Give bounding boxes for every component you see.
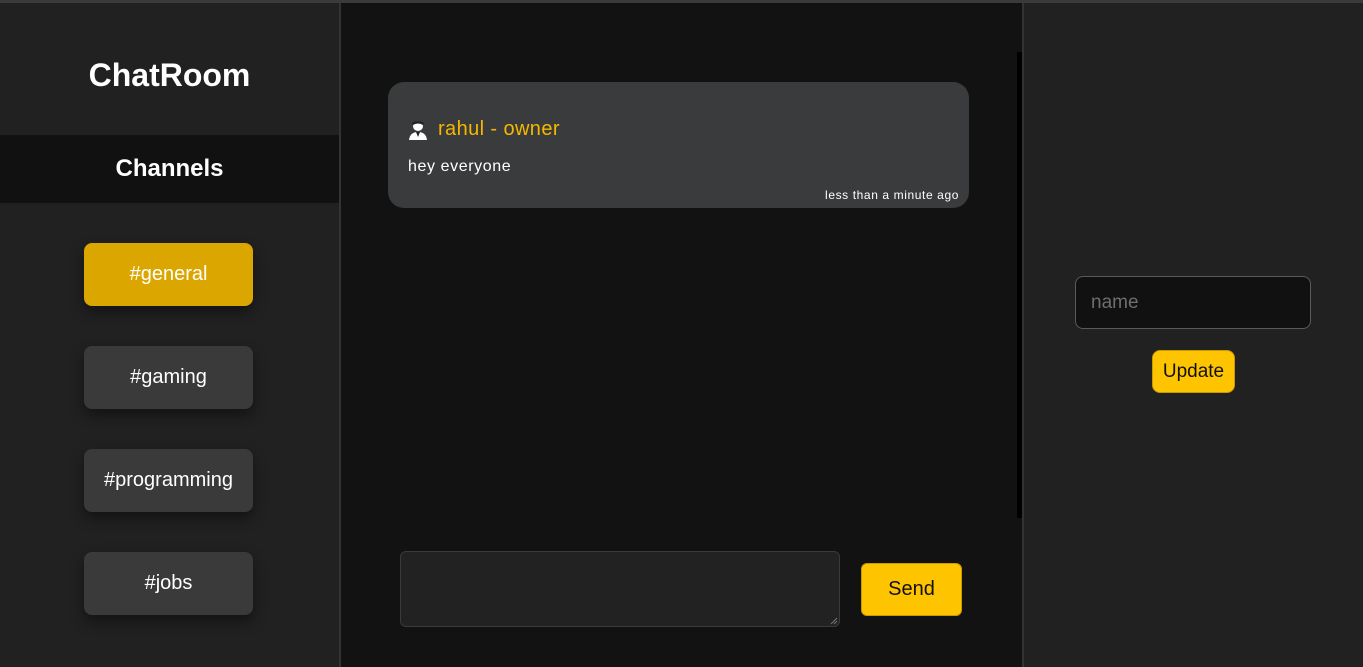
chat-main: rahul - owner hey everyone less than a m… [341, 3, 1024, 667]
message-bubble: rahul - owner hey everyone less than a m… [388, 82, 969, 208]
channel-general-button[interactable]: #general [84, 243, 253, 306]
message-timestamp: less than a minute ago [825, 188, 959, 202]
message-input[interactable] [400, 551, 840, 627]
channel-programming-button[interactable]: #programming [84, 449, 253, 512]
user-avatar-icon [409, 120, 427, 140]
resize-grip-icon[interactable] [830, 617, 838, 625]
channels-header: Channels [0, 135, 339, 203]
app-window: ChatRoom Channels #general #gaming #prog… [0, 0, 1363, 667]
sidebar: ChatRoom Channels #general #gaming #prog… [0, 3, 341, 667]
message-author: rahul - owner [438, 118, 560, 140]
composer-wrapper [400, 551, 840, 627]
name-input[interactable] [1075, 276, 1311, 329]
message-header: rahul - owner [408, 118, 560, 141]
channel-jobs-button[interactable]: #jobs [84, 552, 253, 615]
update-button[interactable]: Update [1152, 350, 1235, 393]
message-text: hey everyone [408, 158, 512, 175]
message-list-scrollbar[interactable] [1017, 52, 1022, 518]
app-title: ChatRoom [88, 57, 251, 93]
send-button[interactable]: Send [861, 563, 962, 616]
channel-gaming-button[interactable]: #gaming [84, 346, 253, 409]
profile-panel: Update [1024, 3, 1363, 667]
